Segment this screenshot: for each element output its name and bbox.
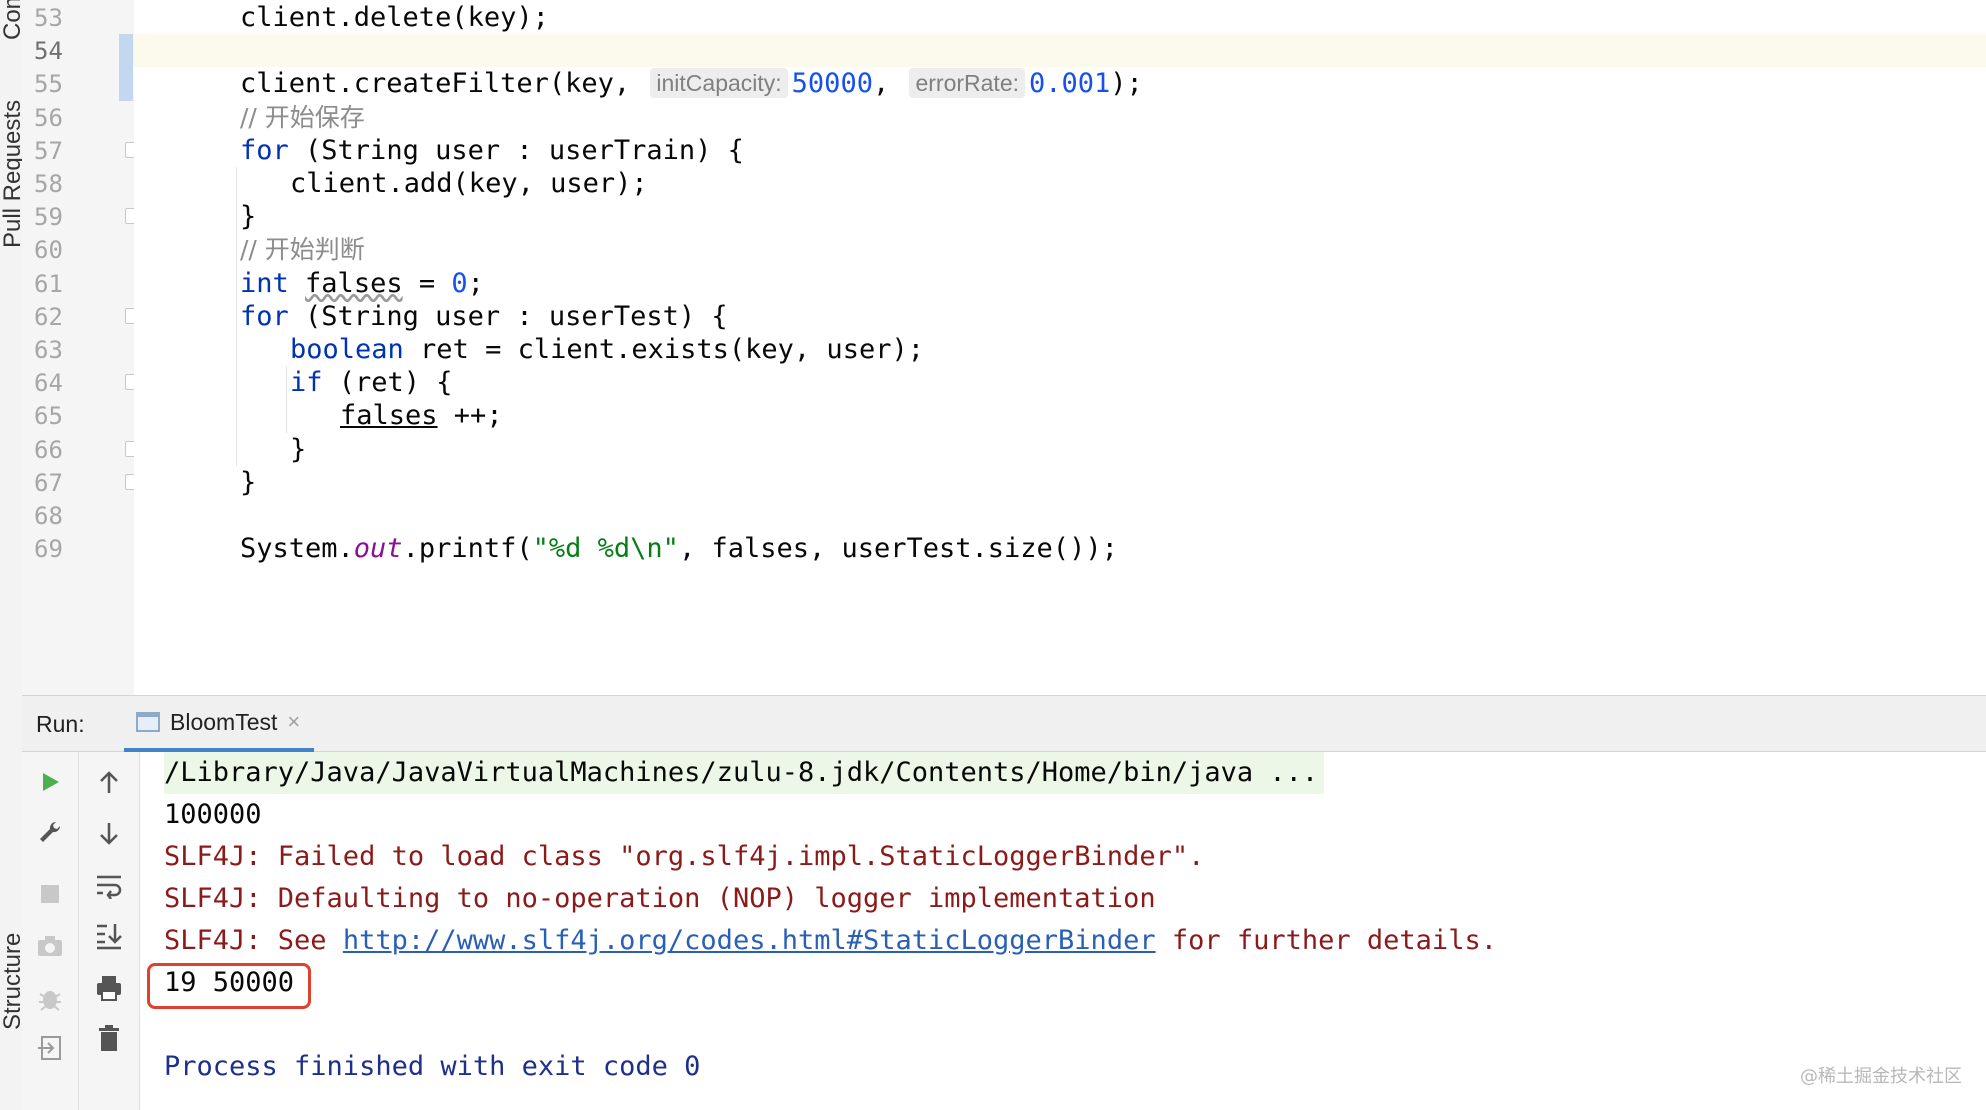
- camera-icon[interactable]: [32, 928, 68, 964]
- bug-icon[interactable]: [32, 980, 68, 1016]
- console-error-line: SLF4J: Defaulting to no-operation (NOP) …: [164, 883, 1156, 914]
- change-marker: [119, 34, 133, 101]
- code-token: =: [402, 267, 452, 299]
- run-tab-label: BloomTest: [170, 708, 278, 735]
- line-number: 69: [34, 535, 63, 564]
- code-line: }: [290, 429, 306, 471]
- arrow-down-icon[interactable]: [91, 816, 127, 852]
- code-token: ,: [872, 68, 906, 100]
- code-line: falses ++;: [340, 395, 503, 437]
- console-error-line: SLF4J: See http://www.slf4j.org/codes.ht…: [164, 920, 1497, 962]
- console-finish-line: Process finished with exit code 0: [164, 1051, 701, 1082]
- code-token: }: [240, 466, 257, 498]
- code-comment: // 开始判断: [240, 235, 365, 265]
- left-tool-strip: Commit Pull Requests Structure: [0, 0, 23, 1110]
- code-token: ++;: [437, 400, 503, 432]
- code-token: .printf(: [402, 533, 533, 565]
- console-command-line: /Library/Java/JavaVirtualMachines/zulu-8…: [164, 752, 1325, 794]
- code-variable: falses: [340, 400, 438, 432]
- print-icon[interactable]: [91, 970, 127, 1006]
- console-error-text: for further details.: [1155, 925, 1497, 956]
- code-keyword: boolean: [290, 334, 404, 365]
- code-line: client.createFilter(key, initCapacity: 50…: [240, 63, 1143, 105]
- commit-tool-tab[interactable]: Commit: [0, 0, 22, 40]
- structure-tool-tab[interactable]: Structure: [0, 933, 22, 1030]
- tab-bloomtest[interactable]: BloomTest ×: [124, 696, 315, 752]
- slf4j-link[interactable]: http://www.slf4j.org/codes.html#StaticLo…: [343, 925, 1156, 956]
- code-field: out: [353, 533, 403, 565]
- scroll-to-end-icon[interactable]: [91, 918, 127, 954]
- run-panel-header: Run: BloomTest ×: [22, 695, 1986, 752]
- editor-gutter: 53 54 55 56 57 58 59 60 61 62 63 64 65 66 67 68 69: [22, 0, 139, 695]
- code-token: }: [290, 433, 307, 465]
- code-area[interactable]: client.delete(key);// 设置容量和错误率client.cre…: [134, 0, 1986, 695]
- parameter-hint: initCapacity:: [650, 67, 788, 98]
- code-line: client.add(key, user);: [290, 163, 648, 205]
- code-token: client.createFilter(key,: [240, 68, 647, 100]
- parameter-hint: errorRate:: [909, 67, 1026, 98]
- run-toolbar-secondary: [79, 752, 140, 1110]
- console-output[interactable]: /Library/Java/JavaVirtualMachines/zulu-8…: [140, 752, 1986, 1110]
- console-output-line: 100000: [164, 799, 262, 830]
- current-line-highlight: [134, 34, 1986, 68]
- trash-icon[interactable]: [91, 1020, 127, 1056]
- code-token: (String user : userTrain) {: [288, 134, 744, 166]
- code-line: }: [240, 462, 256, 504]
- code-token: }: [240, 201, 257, 233]
- code-token: (ret) {: [322, 367, 453, 399]
- soft-wrap-icon[interactable]: [91, 868, 127, 904]
- indent-guide: [236, 167, 237, 466]
- code-token: );: [1110, 68, 1143, 100]
- code-token: client.add(key, user);: [290, 168, 648, 199]
- console-error-text: SLF4J: See: [164, 925, 343, 956]
- code-comment: // 开始保存: [240, 102, 365, 132]
- code-keyword: if: [290, 367, 323, 399]
- code-variable: falses: [305, 267, 403, 299]
- arrow-up-icon[interactable]: [91, 764, 127, 800]
- indent-guide: [286, 366, 287, 433]
- code-string: "%d %d\n": [532, 533, 679, 565]
- result-highlight-box: [147, 963, 311, 1009]
- console-error-line: SLF4J: Failed to load class "org.slf4j.i…: [164, 841, 1205, 872]
- play-icon[interactable]: [32, 764, 68, 800]
- code-keyword: int: [240, 267, 289, 299]
- code-token: client.delete(key);: [240, 2, 549, 33]
- code-token: (String user : userTest) {: [288, 300, 728, 332]
- code-line: System.out.printf("%d %d\n", falses, use…: [240, 528, 1118, 570]
- code-number: 50000: [791, 68, 873, 100]
- exit-icon[interactable]: [32, 1030, 68, 1066]
- run-toolbar-primary: [22, 752, 79, 1110]
- code-keyword: for: [240, 134, 289, 166]
- wrench-icon[interactable]: [32, 814, 68, 850]
- code-token: System.: [240, 533, 354, 565]
- code-keyword: for: [240, 300, 289, 332]
- code-token: ;: [467, 267, 484, 299]
- code-token: ret = client.exists(key, user);: [403, 334, 924, 365]
- pull-requests-tool-tab[interactable]: Pull Requests: [0, 100, 22, 248]
- close-icon[interactable]: ×: [287, 709, 300, 735]
- code-token: , falses, userTest.size());: [678, 533, 1118, 565]
- code-editor[interactable]: 53 54 55 56 57 58 59 60 61 62 63 64 65 66 67 68 69 clien…: [22, 0, 1986, 695]
- run-label: Run:: [36, 711, 85, 737]
- stop-icon[interactable]: [32, 876, 68, 912]
- watermark: @稀土掘金技术社区: [1800, 1066, 1962, 1087]
- code-number: 0: [451, 267, 468, 299]
- console-icon: [136, 712, 160, 732]
- code-number: 0.001: [1029, 68, 1111, 100]
